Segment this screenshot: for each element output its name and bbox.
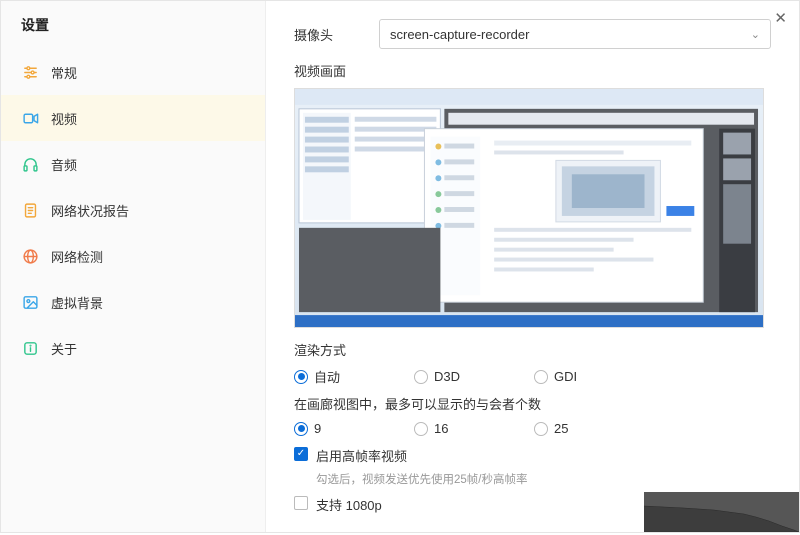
radio-label: 25	[554, 421, 568, 436]
image-icon	[21, 293, 39, 311]
radio-label: 16	[434, 421, 448, 436]
radio-option[interactable]: 16	[414, 421, 534, 436]
radio-label: 自动	[314, 367, 340, 386]
headphones-icon	[21, 155, 39, 173]
video-preview	[294, 88, 764, 328]
chevron-down-icon: ⌄	[751, 28, 760, 41]
camera-label: 摄像头	[294, 25, 379, 44]
render-radio-group: 自动 D3D GDI	[294, 367, 771, 386]
radio-icon	[294, 370, 308, 384]
radio-label: D3D	[434, 369, 460, 384]
sidebar-item-sliders[interactable]: 常规	[1, 49, 265, 95]
radio-option[interactable]: 9	[294, 421, 414, 436]
support-1080p-checkbox[interactable]	[294, 496, 308, 510]
info-icon	[21, 339, 39, 357]
audio-level-graph	[644, 492, 799, 532]
sidebar-item-label: 音频	[51, 155, 77, 174]
close-button[interactable]: ✕	[774, 11, 787, 26]
sidebar-item-video[interactable]: 视频	[1, 95, 265, 141]
sidebar-item-image[interactable]: 虚拟背景	[1, 279, 265, 325]
sidebar-item-label: 虚拟背景	[51, 293, 103, 312]
radio-icon	[294, 422, 308, 436]
radio-icon	[414, 370, 428, 384]
video-icon	[21, 109, 39, 127]
gallery-radio-group: 9 16 25	[294, 421, 771, 436]
high-fps-label: 启用高帧率视频	[316, 446, 407, 465]
camera-select[interactable]: screen-capture-recorder ⌄	[379, 19, 771, 49]
radio-option[interactable]: 25	[534, 421, 654, 436]
sidebar-item-info[interactable]: 关于	[1, 325, 265, 371]
sidebar-title: 设置	[1, 15, 265, 49]
radio-option[interactable]: 自动	[294, 367, 414, 386]
network-icon	[21, 247, 39, 265]
high-fps-hint: 勾选后，视频发送优先使用25帧/秒高帧率	[316, 471, 771, 487]
sidebar-item-report[interactable]: 网络状况报告	[1, 187, 265, 233]
high-fps-checkbox[interactable]	[294, 447, 308, 461]
radio-icon	[534, 422, 548, 436]
radio-option[interactable]: GDI	[534, 369, 654, 384]
sidebar-item-label: 视频	[51, 109, 77, 128]
radio-icon	[534, 370, 548, 384]
sidebar-item-label: 网络状况报告	[51, 201, 129, 220]
sidebar-item-network[interactable]: 网络检测	[1, 233, 265, 279]
gallery-label: 在画廊视图中，最多可以显示的与会者个数	[294, 394, 771, 413]
support-1080p-label: 支持 1080p	[316, 495, 382, 514]
sidebar-item-headphones[interactable]: 音频	[1, 141, 265, 187]
sidebar-item-label: 常规	[51, 63, 77, 82]
radio-option[interactable]: D3D	[414, 369, 534, 384]
camera-value: screen-capture-recorder	[390, 27, 529, 42]
sidebar-item-label: 网络检测	[51, 247, 103, 266]
sliders-icon	[21, 63, 39, 81]
sidebar-item-label: 关于	[51, 339, 77, 358]
report-icon	[21, 201, 39, 219]
settings-sidebar: 设置 常规视频音频网络状况报告网络检测虚拟背景关于	[1, 1, 266, 532]
radio-label: GDI	[554, 369, 577, 384]
radio-label: 9	[314, 421, 321, 436]
main-panel: ✕ 摄像头 screen-capture-recorder ⌄ 视频画面	[266, 1, 799, 532]
radio-icon	[414, 422, 428, 436]
render-label: 渲染方式	[294, 340, 771, 359]
preview-label: 视频画面	[294, 61, 771, 80]
